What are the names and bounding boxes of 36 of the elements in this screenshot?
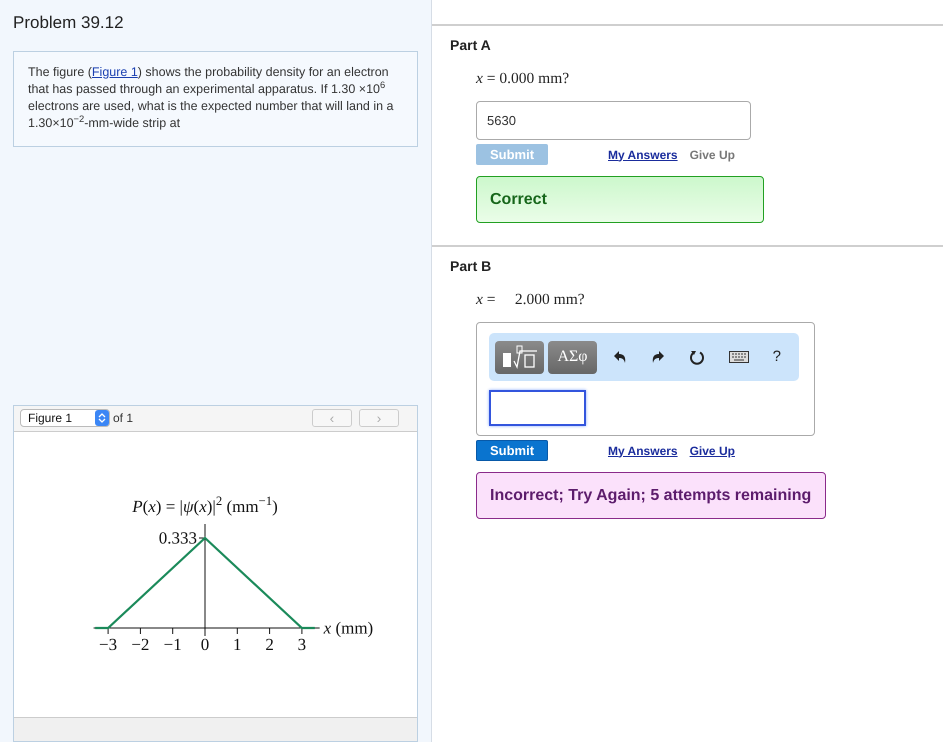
submit-button[interactable]: Submit	[476, 440, 548, 461]
figure-select[interactable]: Figure 1	[20, 409, 110, 427]
figure-count: of 1	[113, 410, 134, 427]
tick-label: 2	[265, 636, 274, 652]
keyboard-icon[interactable]	[728, 351, 749, 363]
radical-icon	[500, 345, 538, 369]
problem-title: Problem 39.12	[13, 12, 124, 34]
tick-label: 3	[298, 636, 306, 652]
help-button[interactable]: ?	[772, 346, 781, 368]
my-answers-link[interactable]: My Answers	[608, 442, 678, 460]
stepper-icon	[95, 410, 109, 426]
answer-field[interactable]: 5630	[476, 101, 751, 140]
redo-icon[interactable]	[650, 350, 665, 364]
problem-text: The figure (Figure 1) shows the probability density for an electron that has passed through an experimental apparatus. If 1.30 ×10$^{6}$ electrons are used, what is the expected number that will land in a 1.30×10$^{−2}$-mm-wide strip at	[28, 64, 394, 132]
part-title: Part A	[450, 36, 491, 55]
tick-label: −3	[99, 636, 118, 652]
figure-link[interactable]: Figure 1	[92, 64, 138, 78]
tick-label: 0.333	[158, 529, 197, 546]
templates-button[interactable]	[495, 340, 544, 374]
feedback-message: Incorrect; Try Again; 5 attempts remaining	[476, 472, 826, 519]
tick-label: 0	[200, 636, 210, 652]
axis-title: P(x) = |ψ(x)|$^{2}$ (mm$^{−1}$)	[132, 498, 278, 514]
undo-icon[interactable]	[612, 350, 627, 364]
symbols-button[interactable]: ΑΣφ	[548, 340, 597, 374]
part-title: Part B	[450, 257, 492, 276]
reset-icon[interactable]	[688, 349, 705, 365]
feedback-message: Correct	[476, 176, 764, 223]
tick-label: −1	[164, 636, 182, 652]
tick-label: 1	[233, 636, 242, 652]
question-text: x = 2.000 mm?	[476, 290, 585, 310]
my-answers-link[interactable]: My Answers	[608, 146, 678, 164]
give-up-link[interactable]: Give Up	[690, 442, 735, 460]
axis-label: x (mm)	[324, 619, 374, 636]
tick-label: −2	[131, 636, 150, 652]
question-text: x = 0.000 mm?	[476, 69, 570, 89]
answer-field[interactable]	[489, 390, 586, 426]
